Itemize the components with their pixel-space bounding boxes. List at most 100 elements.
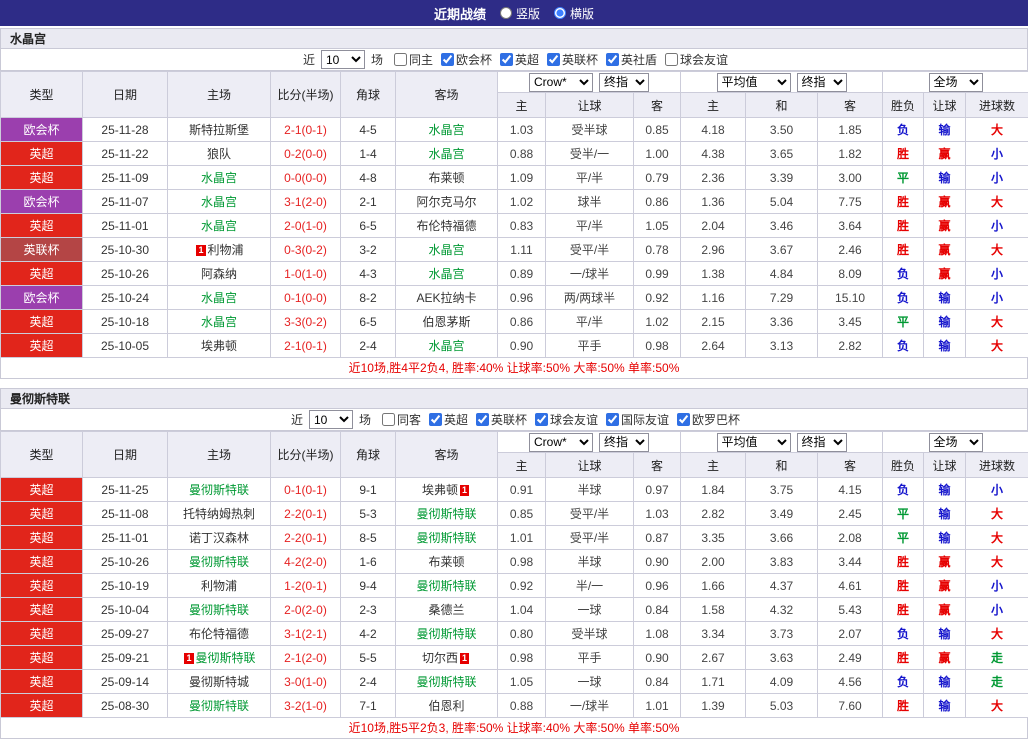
away-team[interactable]: 曼彻斯特联 — [396, 622, 498, 646]
filter-checkbox-1[interactable] — [441, 53, 454, 66]
away-team[interactable]: 布莱顿 — [396, 166, 498, 190]
home-team[interactable]: 水晶宫 — [168, 214, 271, 238]
filter-option-5[interactable]: 欧罗巴杯 — [677, 411, 740, 428]
home-team[interactable]: 利物浦 — [168, 574, 271, 598]
avg-time-select[interactable]: 终指 — [797, 433, 847, 452]
home-team[interactable]: 托特纳姆热刺 — [168, 502, 271, 526]
corner-score: 2-1 — [341, 190, 396, 214]
away-team[interactable]: 水晶宫 — [396, 118, 498, 142]
filter-option-1[interactable]: 英超 — [429, 411, 468, 428]
scope-select[interactable]: 全场 — [929, 433, 983, 452]
avg-source-select[interactable]: 平均值 — [717, 73, 791, 92]
home-team-name: 埃弗顿 — [201, 339, 237, 353]
home-team[interactable]: 埃弗顿 — [168, 334, 271, 358]
home-team[interactable]: 水晶宫 — [168, 166, 271, 190]
avg-select-group: 平均值终指 — [681, 432, 883, 453]
avg-time-select[interactable]: 终指 — [797, 73, 847, 92]
filter-bar: 近10场同主欧会杯英超英联杯英社盾球会友谊 — [0, 49, 1028, 71]
away-team[interactable]: 曼彻斯特联 — [396, 526, 498, 550]
away-team[interactable]: 布莱顿 — [396, 550, 498, 574]
layout-radio-vertical[interactable]: 竖版 — [500, 5, 540, 22]
filter-checkbox-4[interactable] — [606, 413, 619, 426]
matches-count-select[interactable]: 10 — [309, 410, 353, 429]
home-team[interactable]: 1曼彻斯特联 — [168, 646, 271, 670]
away-team[interactable]: 埃弗顿1 — [396, 478, 498, 502]
home-team[interactable]: 诺丁汉森林 — [168, 526, 271, 550]
home-team[interactable]: 曼彻斯特联 — [168, 598, 271, 622]
odds-source-select[interactable]: Crow* — [529, 73, 593, 92]
filter-option-5[interactable]: 球会友谊 — [665, 51, 728, 68]
filter-checkbox-0[interactable] — [394, 53, 407, 66]
result-goals: 小 — [966, 598, 1028, 622]
home-team[interactable]: 狼队 — [168, 142, 271, 166]
league-badge: 英超 — [1, 526, 83, 550]
home-team[interactable]: 水晶宫 — [168, 190, 271, 214]
match-score: 4-2(2-0) — [271, 550, 341, 574]
away-team[interactable]: 水晶宫 — [396, 262, 498, 286]
layout-radio-input-1[interactable] — [554, 7, 566, 19]
match-row: 英超25-11-09水晶宫0-0(0-0)4-8布莱顿1.09平/半0.792.… — [1, 166, 1028, 190]
filter-checkbox-4[interactable] — [606, 53, 619, 66]
filter-option-3[interactable]: 英联杯 — [547, 51, 598, 68]
away-team[interactable]: 曼彻斯特联 — [396, 574, 498, 598]
filter-checkbox-2[interactable] — [500, 53, 513, 66]
filter-option-4[interactable]: 英社盾 — [606, 51, 657, 68]
scope-select[interactable]: 全场 — [929, 73, 983, 92]
result-outcome: 平 — [883, 502, 924, 526]
home-team[interactable]: 曼彻斯特联 — [168, 694, 271, 718]
home-team[interactable]: 斯特拉斯堡 — [168, 118, 271, 142]
filter-checkbox-3[interactable] — [547, 53, 560, 66]
away-team[interactable]: 桑德兰 — [396, 598, 498, 622]
col-home: 主场 — [168, 72, 271, 118]
avg-away-odds: 4.61 — [818, 574, 883, 598]
filter-option-0[interactable]: 同客 — [382, 411, 421, 428]
filter-option-label: 英联杯 — [491, 411, 527, 428]
matches-count-select[interactable]: 10 — [321, 50, 365, 69]
odds-source-select[interactable]: Crow* — [529, 433, 593, 452]
match-date: 25-11-08 — [83, 502, 168, 526]
filter-option-4[interactable]: 国际友谊 — [606, 411, 669, 428]
filter-checkbox-0[interactable] — [382, 413, 395, 426]
home-team[interactable]: 曼彻斯特城 — [168, 670, 271, 694]
odds-time-select[interactable]: 终指 — [599, 433, 649, 452]
filter-option-2[interactable]: 英超 — [500, 51, 539, 68]
filter-checkbox-1[interactable] — [429, 413, 442, 426]
away-team[interactable]: 水晶宫 — [396, 334, 498, 358]
filter-option-0[interactable]: 同主 — [394, 51, 433, 68]
home-team[interactable]: 布伦特福德 — [168, 622, 271, 646]
avg-home-odds: 2.82 — [681, 502, 746, 526]
filter-option-2[interactable]: 英联杯 — [476, 411, 527, 428]
filter-checkbox-5[interactable] — [665, 53, 678, 66]
away-team[interactable]: 曼彻斯特联 — [396, 670, 498, 694]
result-handicap: 赢 — [924, 238, 966, 262]
match-date: 25-10-30 — [83, 238, 168, 262]
avg-source-select[interactable]: 平均值 — [717, 433, 791, 452]
away-team[interactable]: AEK拉纳卡 — [396, 286, 498, 310]
filter-checkbox-2[interactable] — [476, 413, 489, 426]
away-team[interactable]: 切尔西1 — [396, 646, 498, 670]
away-team[interactable]: 水晶宫 — [396, 142, 498, 166]
away-team[interactable]: 阿尔克马尔 — [396, 190, 498, 214]
home-team[interactable]: 曼彻斯特联 — [168, 550, 271, 574]
match-date: 25-11-25 — [83, 478, 168, 502]
filter-checkbox-3[interactable] — [535, 413, 548, 426]
layout-radio-input-0[interactable] — [500, 7, 512, 19]
away-team[interactable]: 水晶宫 — [396, 238, 498, 262]
filter-option-1[interactable]: 欧会杯 — [441, 51, 492, 68]
layout-radio-horizontal[interactable]: 横版 — [554, 5, 594, 22]
home-team[interactable]: 阿森纳 — [168, 262, 271, 286]
home-team[interactable]: 水晶宫 — [168, 310, 271, 334]
home-team[interactable]: 水晶宫 — [168, 286, 271, 310]
home-team[interactable]: 1利物浦 — [168, 238, 271, 262]
league-badge: 英超 — [1, 142, 83, 166]
away-team[interactable]: 伯恩茅斯 — [396, 310, 498, 334]
home-team[interactable]: 曼彻斯特联 — [168, 478, 271, 502]
away-team[interactable]: 伯恩利 — [396, 694, 498, 718]
filter-option-3[interactable]: 球会友谊 — [535, 411, 598, 428]
filter-checkbox-5[interactable] — [677, 413, 690, 426]
away-team[interactable]: 布伦特福德 — [396, 214, 498, 238]
match-date: 25-11-22 — [83, 142, 168, 166]
layout-vertical-label: 竖版 — [516, 5, 540, 22]
away-team[interactable]: 曼彻斯特联 — [396, 502, 498, 526]
odds-time-select[interactable]: 终指 — [599, 73, 649, 92]
